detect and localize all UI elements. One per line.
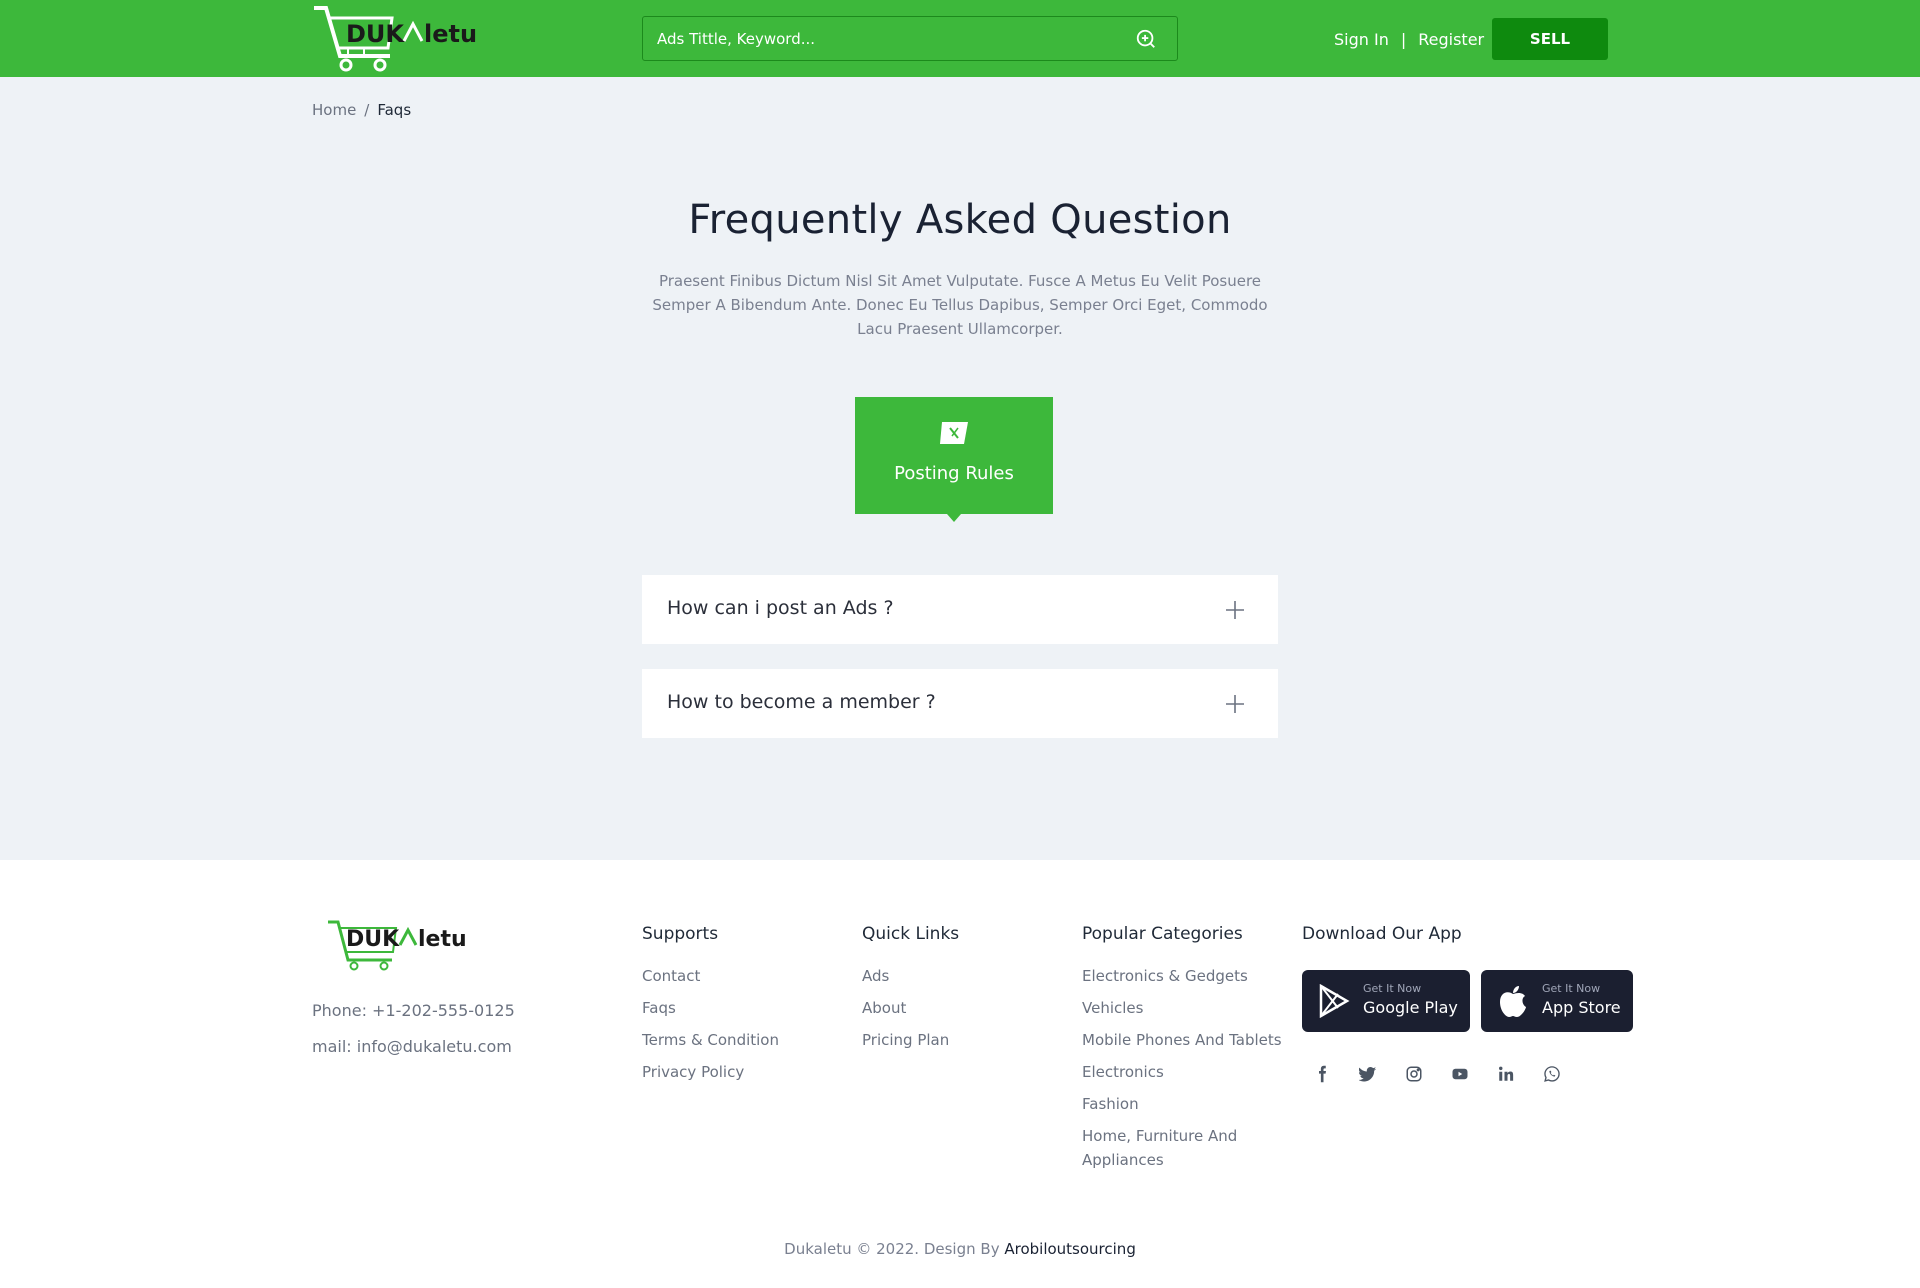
apple-icon xyxy=(1500,986,1526,1017)
svg-text:letu: letu xyxy=(424,20,477,48)
footer-mail: mail: info@dukaletu.com xyxy=(312,1037,512,1056)
svg-text:DUK: DUK xyxy=(346,927,400,952)
footer-popular-categories: Popular Categories Electronics & Gedgets… xyxy=(1082,924,1282,1180)
site-footer: DUK letu Phone: +1-202-555-0125 mail: in… xyxy=(0,860,1920,1288)
footer-link-contact[interactable]: Contact xyxy=(642,964,779,988)
dukaletu-logo[interactable]: DUK letu xyxy=(312,4,498,74)
category-link[interactable]: Vehicles xyxy=(1082,996,1282,1020)
plus-icon[interactable] xyxy=(1225,694,1245,714)
app-store-button[interactable]: Get It Now App Store xyxy=(1481,970,1633,1032)
footer-logo[interactable]: DUK letu xyxy=(326,916,496,972)
category-link[interactable]: Home, Furniture And Appliances xyxy=(1082,1124,1282,1172)
svg-text:letu: letu xyxy=(418,927,467,952)
apple-big-text: App Store xyxy=(1542,998,1621,1017)
breadcrumb-home[interactable]: Home xyxy=(312,101,356,119)
footer-link-faqs[interactable]: Faqs xyxy=(642,996,779,1020)
copyright: Dukaletu © 2022. Design By Arobiloutsour… xyxy=(0,1240,1920,1258)
footer-heading: Supports xyxy=(642,924,719,944)
google-play-button[interactable]: Get It Now Google Play xyxy=(1302,970,1470,1032)
footer-link-pricing[interactable]: Pricing Plan xyxy=(862,1028,959,1052)
google-small-text: Get It Now xyxy=(1363,982,1422,995)
plus-icon[interactable] xyxy=(1225,600,1245,620)
footer-link-privacy[interactable]: Privacy Policy xyxy=(642,1060,779,1084)
search-input[interactable] xyxy=(643,17,1123,60)
category-link[interactable]: Electronics & Gedgets xyxy=(1082,964,1282,988)
tab-label: Posting Rules xyxy=(894,463,1014,484)
whatsapp-icon[interactable] xyxy=(1532,1060,1578,1088)
instagram-icon[interactable] xyxy=(1394,1060,1440,1088)
breadcrumb: Home / Faqs xyxy=(312,101,411,119)
category-link[interactable]: Mobile Phones And Tablets xyxy=(1082,1028,1282,1052)
google-big-text: Google Play xyxy=(1363,998,1458,1017)
page-title: Frequently Asked Question xyxy=(688,197,1232,243)
svg-text:DUK: DUK xyxy=(346,20,405,48)
tab-pointer xyxy=(947,514,961,522)
register-link[interactable]: Register xyxy=(1418,30,1484,49)
search-bar xyxy=(642,16,1178,61)
sell-button[interactable]: SELL xyxy=(1492,18,1608,60)
footer-heading: Quick Links xyxy=(862,924,960,944)
faq-main: Home / Faqs Frequently Asked Question Pr… xyxy=(0,77,1920,860)
footer-heading: Download Our App xyxy=(1302,924,1462,944)
footer-download: Download Our App xyxy=(1302,924,1462,964)
sign-in-link[interactable]: Sign In xyxy=(1334,30,1389,49)
page-subtitle: Praesent Finibus Dictum Nisl Sit Amet Vu… xyxy=(652,272,1268,338)
faq-question: How to become a member ? xyxy=(667,691,936,713)
category-link[interactable]: Electronics xyxy=(1082,1060,1282,1084)
faq-item[interactable]: How to become a member ? xyxy=(642,669,1278,738)
linkedin-icon[interactable] xyxy=(1486,1060,1532,1088)
twitter-icon[interactable] xyxy=(1348,1060,1394,1088)
footer-phone: Phone: +1-202-555-0125 xyxy=(312,1001,515,1020)
tab-posting-rules[interactable]: Posting Rules xyxy=(855,397,1053,514)
footer-supports: Supports Contact Faqs Terms & Condition … xyxy=(642,924,779,1092)
apple-small-text: Get It Now xyxy=(1542,982,1601,995)
posting-rules-icon xyxy=(940,422,968,444)
nav-separator: | xyxy=(1400,29,1407,49)
category-link[interactable]: Fashion xyxy=(1082,1092,1282,1116)
auth-nav: Sign In | Register xyxy=(1334,28,1484,50)
footer-link-terms[interactable]: Terms & Condition xyxy=(642,1028,779,1052)
footer-link-about[interactable]: About xyxy=(862,996,959,1020)
search-icon[interactable] xyxy=(1135,28,1157,50)
site-header: DUK letu Sign In | Register SELL xyxy=(0,0,1920,77)
facebook-icon[interactable] xyxy=(1302,1060,1348,1088)
social-links xyxy=(1302,1060,1578,1088)
footer-quick-links: Quick Links Ads About Pricing Plan xyxy=(862,924,959,1060)
breadcrumb-current: Faqs xyxy=(377,101,412,119)
breadcrumb-separator: / xyxy=(364,101,370,119)
youtube-icon[interactable] xyxy=(1440,1060,1486,1088)
google-play-icon xyxy=(1319,984,1350,1018)
footer-link-ads[interactable]: Ads xyxy=(862,964,959,988)
designer-link[interactable]: Arobiloutsourcing xyxy=(1004,1240,1135,1258)
footer-heading: Popular Categories xyxy=(1082,924,1243,944)
faq-question: How can i post an Ads ? xyxy=(667,597,894,619)
copyright-text: Dukaletu © 2022. Design By xyxy=(784,1240,1000,1258)
faq-item[interactable]: How can i post an Ads ? xyxy=(642,575,1278,644)
